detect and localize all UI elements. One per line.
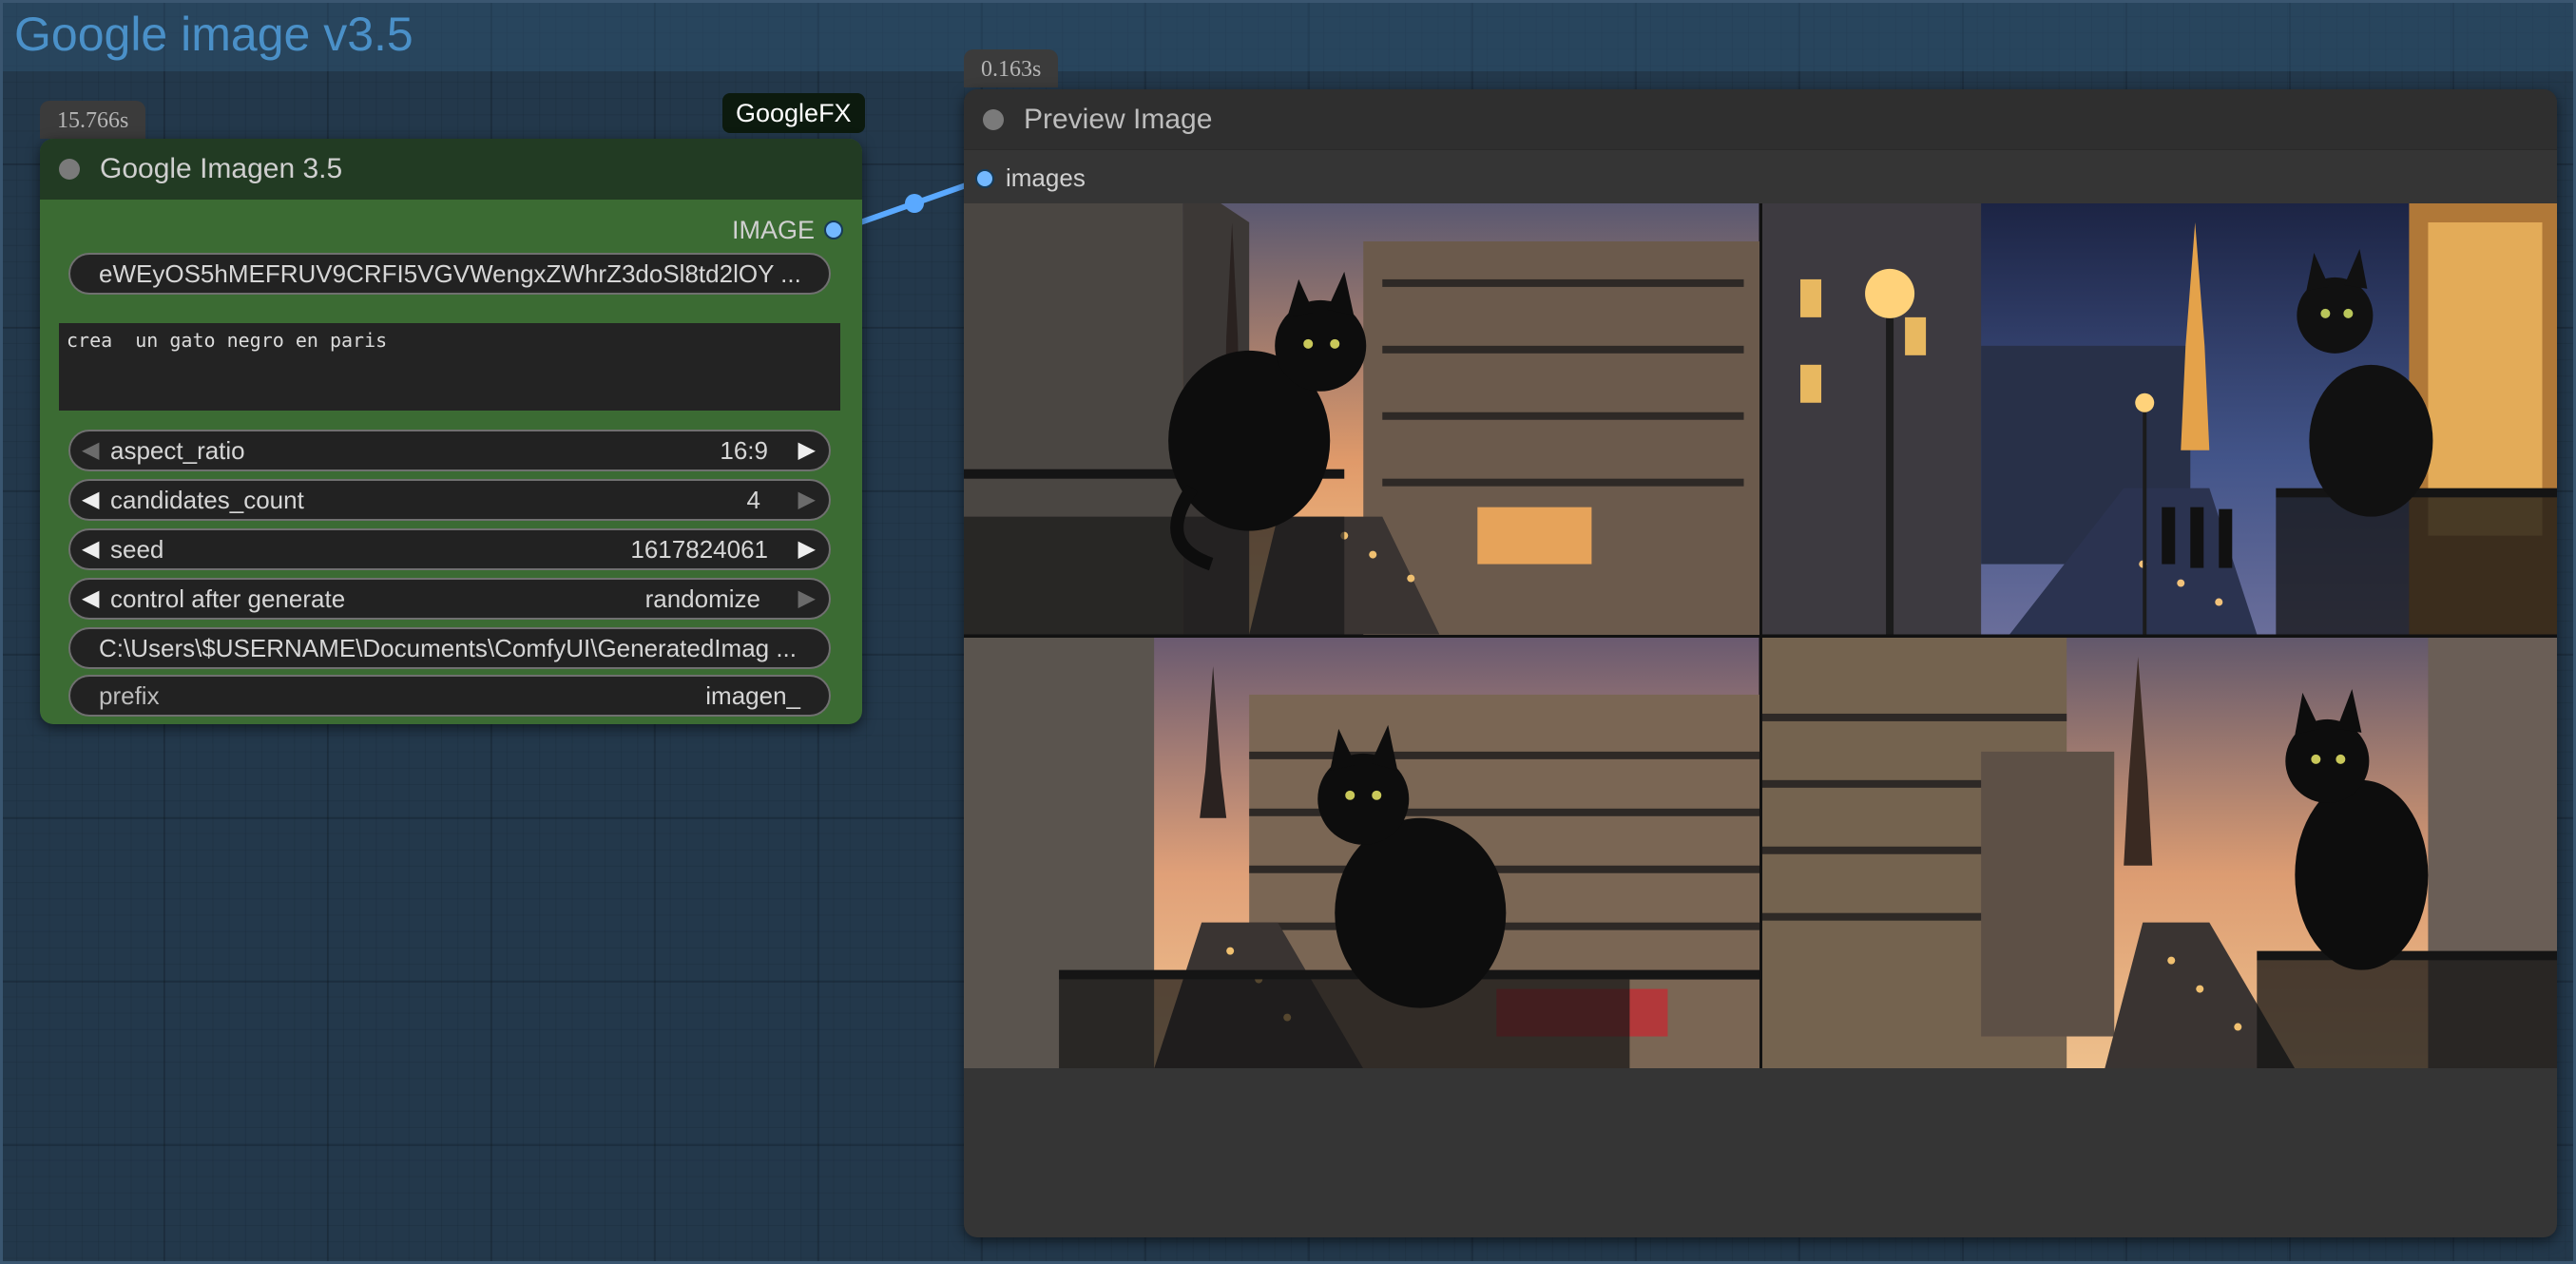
- right-arrow-icon[interactable]: ▶: [798, 580, 816, 618]
- preview-image-grid[interactable]: [964, 203, 2557, 1068]
- cat-paris-evening-image: [1761, 637, 2557, 1068]
- prefix-label: prefix: [99, 681, 160, 710]
- aspect-ratio-combo[interactable]: ◀ aspect_ratio 16:9 ▶: [68, 430, 831, 471]
- preview-node-title: Preview Image: [1024, 104, 1213, 135]
- slot-dot-icon[interactable]: [824, 220, 843, 239]
- left-arrow-icon[interactable]: ◀: [82, 580, 99, 618]
- seed-value: 1617824061: [630, 535, 768, 564]
- images-input-slot[interactable]: images: [964, 160, 1344, 200]
- cat-paris-sunset-image: [964, 203, 1759, 635]
- preview-timing: 0.163s: [964, 49, 1059, 87]
- control-after-generate-combo[interactable]: ◀ control after generate randomize ▶: [68, 578, 831, 620]
- prefix-value: imagen_: [705, 681, 800, 710]
- image-output-label: IMAGE: [731, 216, 815, 244]
- imagen-node-title: Google Imagen 3.5: [100, 153, 343, 184]
- output-path-value: C:\Users\$USERNAME\Documents\ComfyUI\Gen…: [99, 634, 798, 662]
- prompt-textarea[interactable]: crea un gato negro en paris: [59, 323, 840, 411]
- control-after-generate-label: control after generate: [110, 584, 346, 613]
- aspect-ratio-label: aspect_ratio: [110, 436, 245, 465]
- imagen-timing: 15.766s: [40, 101, 146, 139]
- right-arrow-icon[interactable]: ▶: [798, 530, 816, 568]
- right-arrow-icon[interactable]: ▶: [798, 431, 816, 469]
- candidates-count-stepper[interactable]: ◀ candidates_count 4 ▶: [68, 479, 831, 521]
- preview-node-title-bar[interactable]: Preview Image: [964, 89, 2557, 150]
- cat-paris-night-image: [1761, 203, 2557, 635]
- control-after-generate-value: randomize: [644, 584, 760, 613]
- slot-dot-icon[interactable]: [975, 169, 994, 188]
- node-status-dot-icon[interactable]: [983, 109, 1004, 130]
- generated-image-4[interactable]: [1761, 637, 2557, 1068]
- candidates-count-label: candidates_count: [110, 486, 304, 514]
- left-arrow-icon[interactable]: ◀: [82, 481, 99, 519]
- prefix-field[interactable]: prefix imagen_: [68, 675, 831, 717]
- imagen-node-title-bar[interactable]: Google Imagen 3.5: [40, 139, 862, 200]
- group-header[interactable]: Google image v3.5: [3, 3, 2573, 71]
- google-imagen-node[interactable]: Google Imagen 3.5 IMAGE eWEyOS5hMEFRUV9C…: [40, 139, 862, 724]
- preview-image-node[interactable]: Preview Image images: [964, 89, 2557, 1237]
- aspect-ratio-value: 16:9: [720, 436, 768, 465]
- candidates-count-value: 4: [746, 486, 760, 514]
- image-output-slot[interactable]: IMAGE: [732, 213, 843, 247]
- cat-paris-dusk-image: [964, 637, 1759, 1068]
- seed-label: seed: [110, 535, 164, 564]
- api-key-field[interactable]: eWEyOS5hMEFRUV9CRFI5VGVWengxZWhrZ3doSl8t…: [68, 253, 831, 295]
- api-key-value: eWEyOS5hMEFRUV9CRFI5VGVWengxZWhrZ3doSl8t…: [99, 259, 801, 288]
- generated-image-3[interactable]: [964, 637, 1759, 1068]
- node-status-dot-icon[interactable]: [59, 159, 80, 180]
- images-input-label: images: [1006, 163, 1086, 192]
- googlefx-badge: GoogleFX: [722, 93, 865, 133]
- left-arrow-icon[interactable]: ◀: [82, 530, 99, 568]
- generated-image-1[interactable]: [964, 203, 1759, 635]
- group-title: Google image v3.5: [14, 8, 413, 61]
- right-arrow-icon[interactable]: ▶: [798, 481, 816, 519]
- generated-image-2[interactable]: [1761, 203, 2557, 635]
- left-arrow-icon[interactable]: ◀: [82, 431, 99, 469]
- output-path-field[interactable]: C:\Users\$USERNAME\Documents\ComfyUI\Gen…: [68, 627, 831, 669]
- seed-stepper[interactable]: ◀ seed 1617824061 ▶: [68, 528, 831, 570]
